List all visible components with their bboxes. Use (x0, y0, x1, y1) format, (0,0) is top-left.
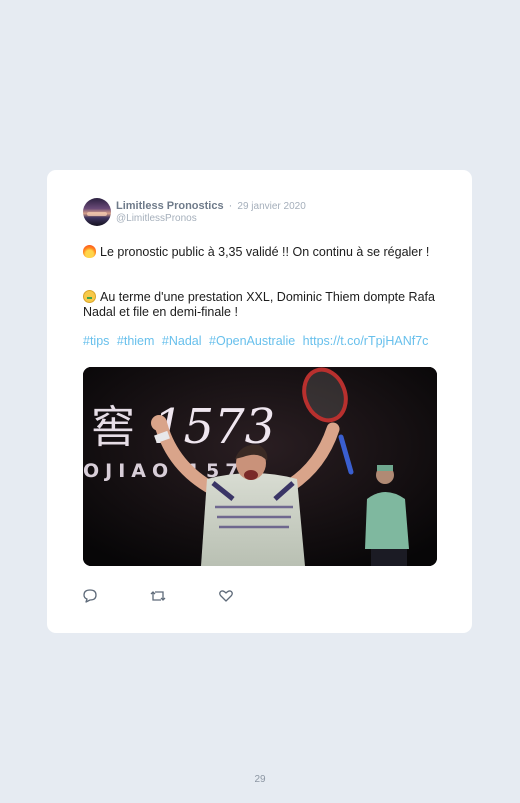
separator: · (228, 200, 233, 212)
banner-chinese: 窖 (91, 402, 135, 453)
hashtags: #tips #thiem #Nadal #OpenAustralie https… (83, 334, 432, 348)
tweet-date[interactable]: 29 janvier 2020 (237, 201, 305, 212)
author-handle[interactable]: @LimitlessPronos (116, 213, 197, 224)
tweet-text-line1: Le pronostic public à 3,35 validé !! On … (83, 245, 443, 260)
hashtag-thiem[interactable]: #thiem (117, 334, 155, 348)
avatar[interactable] (83, 198, 111, 226)
money-mouth-icon (83, 290, 96, 303)
page-number: 29 (254, 774, 266, 785)
tweet-card: Limitless Pronostics · 29 janvier 2020 @… (47, 170, 472, 633)
tweet-photo[interactable]: 窖 1573 OJIAO 1573 (83, 367, 437, 566)
fire-icon (83, 245, 96, 258)
tweet-link[interactable]: https://t.co/rTpjHANf7c (303, 334, 429, 348)
retweet-button[interactable] (149, 588, 167, 604)
retweet-icon (150, 591, 166, 601)
tweet-text-line2: Au terme d'une prestation XXL, Dominic T… (83, 290, 443, 320)
tweet-header: Limitless Pronostics · 29 janvier 2020 (116, 200, 306, 212)
hashtag-tips[interactable]: #tips (83, 334, 109, 348)
reply-icon (83, 589, 97, 603)
like-icon (219, 590, 233, 602)
like-button[interactable] (218, 588, 234, 604)
hashtag-nadal[interactable]: #Nadal (162, 334, 202, 348)
text-line2: Au terme d'une prestation XXL, Dominic T… (83, 290, 435, 319)
reply-button[interactable] (82, 588, 98, 604)
hashtag-openaustralie[interactable]: #OpenAustralie (209, 334, 295, 348)
text-line1: Le pronostic public à 3,35 validé !! On … (100, 245, 430, 259)
tennis-photo: 窖 1573 OJIAO 1573 (83, 367, 437, 566)
author-name[interactable]: Limitless Pronostics (116, 200, 224, 212)
